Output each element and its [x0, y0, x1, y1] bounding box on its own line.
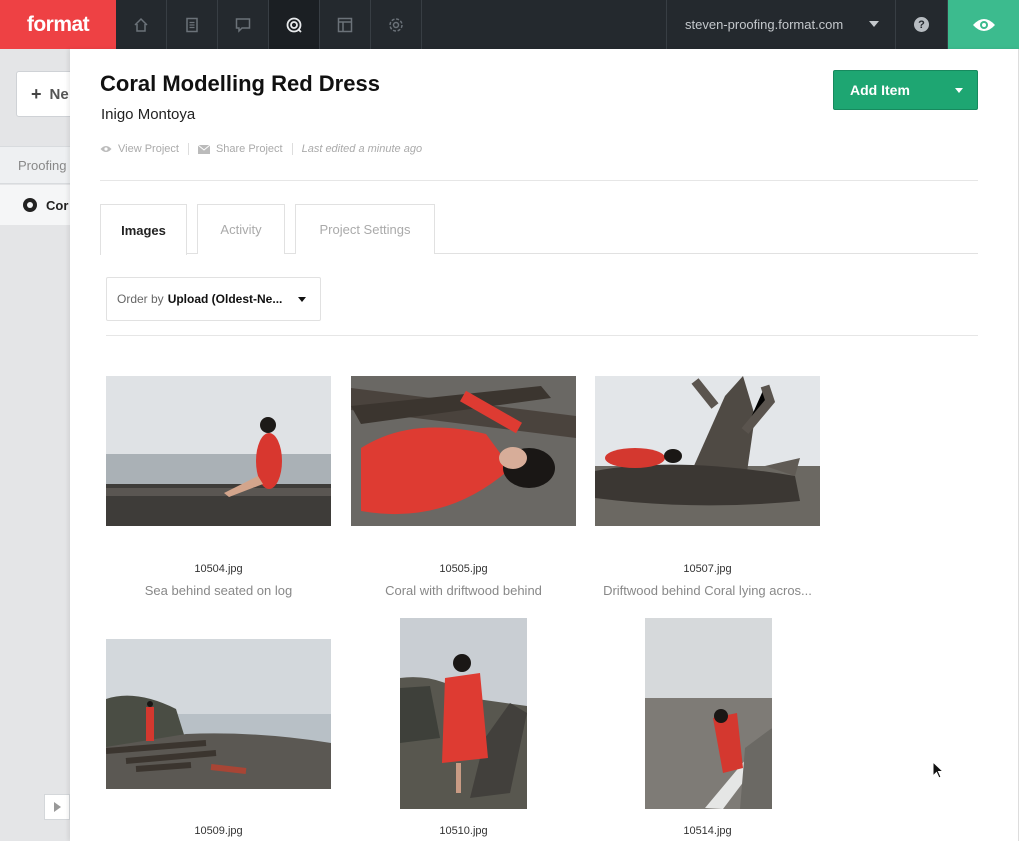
home-icon: [134, 17, 148, 32]
image-thumbnail[interactable]: [351, 376, 576, 526]
image-caption[interactable]: Driftwood behind Coral lying acros...: [595, 583, 820, 598]
nav-home[interactable]: [116, 0, 167, 49]
image-filename: 10510.jpg: [439, 825, 488, 837]
nav-layout[interactable]: [320, 0, 371, 49]
image-thumbnail[interactable]: [400, 618, 527, 809]
project-panel: Coral Modelling Red Dress Inigo Montoya …: [70, 49, 1019, 841]
sidebar: + Ne Proofing Cor: [0, 49, 86, 841]
project-meta: View Project Share Project Last edited a…: [100, 141, 440, 157]
image-caption[interactable]: Coral with driftwood behind: [351, 583, 576, 598]
settings-icon: [389, 17, 403, 32]
view-project-label: View Project: [118, 143, 179, 155]
order-by-value: Upload (Oldest-Ne...: [167, 292, 283, 306]
tab-images[interactable]: Images: [100, 204, 187, 255]
image-thumbnail[interactable]: [106, 376, 331, 526]
pages-icon: [186, 17, 198, 32]
divider: [100, 180, 978, 181]
add-item-button[interactable]: Add Item: [833, 70, 978, 110]
eye-icon: [972, 18, 995, 31]
photo-standing-by-driftwood: [400, 618, 527, 809]
help-button[interactable]: ?: [896, 0, 948, 49]
image-thumbnail[interactable]: [595, 376, 820, 526]
tab-activity[interactable]: Activity: [197, 204, 285, 254]
add-item-label: Add Item: [850, 82, 910, 98]
photo-sitting-on-wall: [645, 618, 772, 809]
share-project-link[interactable]: Share Project: [197, 143, 293, 155]
tab-project-settings[interactable]: Project Settings: [295, 204, 435, 254]
image-filename: 10509.jpg: [194, 825, 243, 837]
share-project-label: Share Project: [215, 143, 283, 155]
image-filename: 10507.jpg: [683, 563, 732, 575]
page-title: Coral Modelling Red Dress: [100, 71, 380, 96]
order-by-select[interactable]: Order by Upload (Oldest-Ne...: [106, 277, 321, 321]
comments-icon: [235, 17, 251, 33]
nav-comments[interactable]: [218, 0, 269, 49]
image-filename: 10505.jpg: [439, 563, 488, 575]
top-navigation-bar: format steven-proofing.format.com ?: [0, 0, 1019, 49]
proofing-icon: [23, 198, 37, 212]
image-filename: 10514.jpg: [683, 825, 732, 837]
image-caption[interactable]: Sea behind seated on log: [106, 583, 331, 598]
new-button-label: Ne: [49, 85, 69, 103]
preview-button[interactable]: [948, 0, 1019, 49]
client-name: Inigo Montoya: [101, 106, 196, 123]
photo-standing-on-shore: [106, 639, 331, 789]
nav-pages[interactable]: [167, 0, 218, 49]
view-project-link[interactable]: View Project: [100, 143, 189, 155]
plus-icon: +: [31, 83, 42, 104]
image-thumbnail[interactable]: [106, 639, 331, 789]
proofing-icon: [286, 17, 302, 33]
last-edited-text: Last edited a minute ago: [301, 143, 423, 155]
nav-proofing[interactable]: [269, 0, 320, 49]
site-name: steven-proofing.format.com: [685, 17, 844, 32]
chevron-down-icon: [298, 297, 306, 302]
sidebar-item-label: Cor: [46, 197, 69, 213]
project-tabs: Images Activity Project Settings: [100, 204, 978, 255]
help-icon: ?: [914, 17, 929, 32]
chevron-right-icon: [53, 802, 61, 812]
chevron-down-icon[interactable]: [955, 88, 963, 93]
chevron-down-icon: [869, 21, 879, 27]
divider: [106, 335, 978, 336]
image-filename: 10504.jpg: [194, 563, 243, 575]
sidebar-item-project[interactable]: Cor: [0, 185, 70, 225]
layout-icon: [337, 17, 353, 32]
photo-driftwood-behind: [351, 376, 576, 526]
photo-seated-on-log: [106, 376, 331, 526]
order-by-prefix: Order by: [117, 292, 164, 306]
sidebar-section-proofing: Proofing: [0, 146, 70, 184]
mouse-cursor-icon: [932, 761, 944, 779]
site-selector[interactable]: steven-proofing.format.com: [666, 0, 896, 49]
nav-settings[interactable]: [371, 0, 422, 49]
eye-icon: [100, 146, 112, 152]
photo-lying-across-driftwood: [595, 376, 820, 526]
format-logo[interactable]: format: [0, 0, 116, 49]
expand-sidebar-button[interactable]: [44, 794, 70, 820]
image-thumbnail[interactable]: [645, 618, 772, 809]
envelope-icon: [197, 144, 210, 154]
